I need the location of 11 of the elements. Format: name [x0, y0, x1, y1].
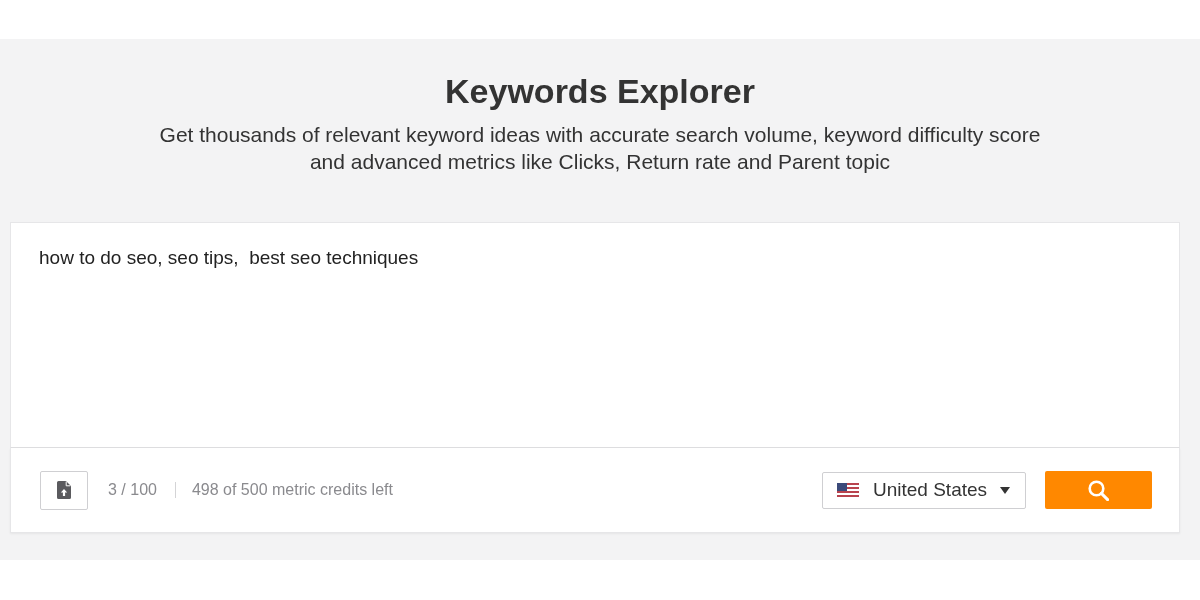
file-upload-icon	[57, 481, 71, 499]
flag-icon	[837, 483, 859, 497]
caret-icon	[1000, 486, 1011, 494]
page-title: Keywords Explorer	[445, 72, 755, 110]
country-dropdown[interactable]: United States	[822, 471, 1026, 509]
search-icon	[1088, 479, 1109, 501]
upload-file-button[interactable]	[40, 470, 88, 510]
keyword-count: 3 / 100	[108, 481, 157, 499]
keywords-field[interactable]: how to do seo, seo tips, best seo techniques	[10, 222, 1180, 448]
credits-left-text: 498 of 500 metric credits left	[191, 481, 393, 499]
page-subtitle: Get thousands of relevant keyword ideas with accurate search volume, keyword difficulty score and advanced metrics like Clicks, Return rate and Parent topic	[158, 122, 1042, 175]
